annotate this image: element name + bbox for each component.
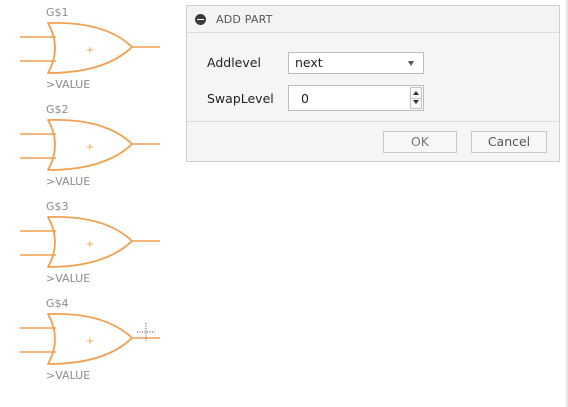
addlevel-value: next [295,55,323,70]
spin-down-icon[interactable] [411,98,421,108]
spin-buttons [410,87,422,109]
gate-name-label: G$1 [46,6,69,19]
or-gate-2: G$2 + >VALUE [20,103,160,188]
origin-marker: + [86,142,94,153]
add-part-dialog: ADD PART Addlevel next SwapLevel OK Canc… [186,5,560,162]
dialog-footer: OK Cancel [187,122,559,161]
or-gate-1: G$1 + >VALUE [20,6,160,91]
or-gate-4: G$4 + >VALUE [20,297,160,382]
addlevel-label: Addlevel [207,55,261,70]
gate-name-label: G$3 [46,200,69,213]
swaplevel-input[interactable] [289,86,405,110]
dialog-title: ADD PART [216,12,273,26]
gate-name-label: G$2 [46,103,69,116]
swaplevel-spinbox [288,85,424,111]
gate-name-label: G$4 [46,297,69,310]
origin-marker: + [86,45,94,56]
collapse-icon[interactable] [195,13,206,25]
gate-value-label: >VALUE [46,175,90,188]
addlevel-select[interactable]: next [288,52,424,74]
swaplevel-label: SwapLevel [207,91,274,106]
origin-marker: + [86,239,94,250]
ok-button[interactable]: OK [383,131,457,153]
or-gate-3: G$3 + >VALUE [20,200,160,285]
chevron-down-icon [408,61,414,66]
gate-value-label: >VALUE [46,272,90,285]
gate-value-label: >VALUE [46,369,90,382]
gate-value-label: >VALUE [46,78,90,91]
cancel-button[interactable]: Cancel [471,131,547,153]
dialog-header[interactable]: ADD PART [187,6,559,33]
origin-marker: + [86,336,94,347]
dialog-body: Addlevel next SwapLevel [187,33,559,122]
